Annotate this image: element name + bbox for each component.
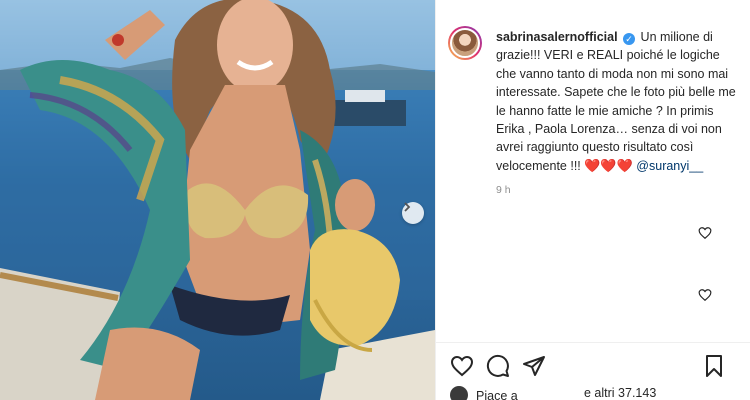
likes-count-link[interactable]: e altri 37.143 [584,386,656,400]
verified-badge-icon: ✓ [623,33,636,45]
chevron-right-icon [404,202,411,212]
liker-avatar[interactable] [450,386,468,400]
carousel-next-button[interactable] [402,202,424,224]
divider [436,342,750,343]
comment-like-heart-icon[interactable] [698,288,712,302]
likes-summary: Piace a [450,386,518,400]
avatar[interactable] [448,26,482,60]
bookmark-icon[interactable] [702,354,726,378]
heart-emojis: ❤️❤️❤️ [584,157,633,173]
heart-outline-icon[interactable] [450,354,474,378]
photo-illustration [0,0,435,400]
post-sidebar: sabrinasalernofficial ✓ Un milione di gr… [435,0,750,400]
mention-link[interactable]: @suranyi__ [636,159,703,173]
post-photo[interactable] [0,0,435,400]
username-link[interactable]: sabrinasalernofficial [496,30,618,44]
likes-prefix: Piace a [476,389,518,400]
caption-text: Un milione di grazie!!! VERI e REALI poi… [496,30,736,173]
comment-like-heart-icon[interactable] [698,226,712,240]
speech-bubble-icon[interactable] [486,354,510,378]
paper-plane-icon[interactable] [522,354,546,378]
timestamp: 9 h [496,184,511,196]
caption: sabrinasalernofficial ✓ Un milione di gr… [496,28,742,175]
